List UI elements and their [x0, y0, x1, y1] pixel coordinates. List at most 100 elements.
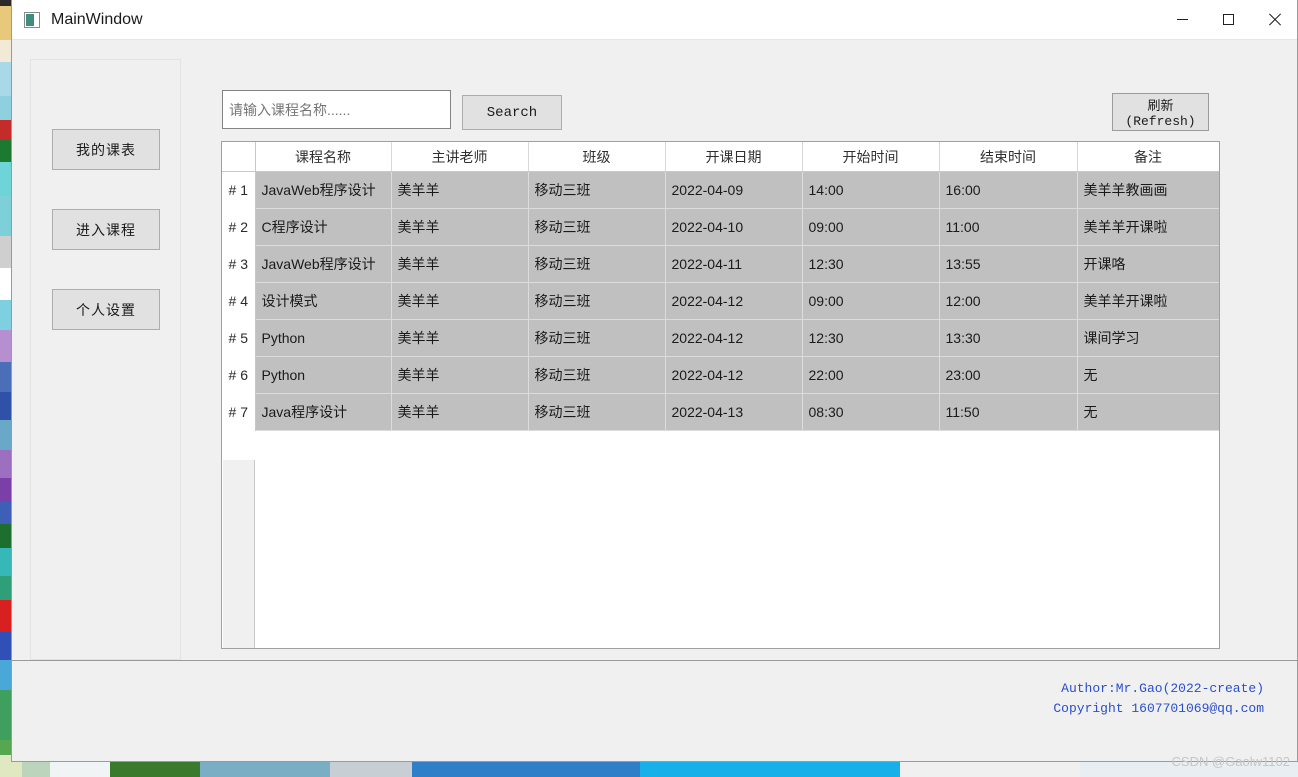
- table-cell-4[interactable]: 12:30: [802, 319, 940, 357]
- course-table: 课程名称 主讲老师 班级 开课日期 开始时间 结束时间 备注 # 1 JavaWe…: [222, 142, 1219, 431]
- course-table-container[interactable]: 课程名称 主讲老师 班级 开课日期 开始时间 结束时间 备注 # 1 JavaWe…: [221, 141, 1220, 649]
- table-cell-1[interactable]: 美羊羊: [391, 245, 529, 283]
- table-cell-5[interactable]: 16:00: [939, 171, 1078, 209]
- title-bar: MainWindow: [12, 0, 1297, 40]
- table-header-start-date[interactable]: 开课日期: [665, 142, 803, 172]
- table-cell-1[interactable]: 美羊羊: [391, 282, 529, 320]
- table-cell-2[interactable]: 移动三班: [528, 282, 666, 320]
- table-cell-6[interactable]: 美羊羊开课啦: [1077, 282, 1219, 320]
- table-cell-3[interactable]: 2022-04-12: [665, 319, 803, 357]
- table-cell-5[interactable]: 23:00: [939, 356, 1078, 394]
- sidebar-item-personal-settings[interactable]: 个人设置: [52, 289, 160, 330]
- table-cell-5[interactable]: 11:50: [939, 393, 1078, 431]
- table-header-index: [222, 142, 256, 172]
- close-button[interactable]: [1251, 0, 1297, 39]
- table-header-class[interactable]: 班级: [528, 142, 666, 172]
- table-cell-2[interactable]: 移动三班: [528, 319, 666, 357]
- table-body: # 1 JavaWeb程序设计 美羊羊 移动三班 2022-04-09 14:00 16:0…: [222, 171, 1219, 431]
- table-row[interactable]: # 5 Python 美羊羊 移动三班 2022-04-12 12:30 13:30 课间学习: [222, 319, 1219, 357]
- content-area: 我的课表 进入课程 个人设置 Search 刷新(Refresh): [12, 40, 1297, 661]
- table-cell-5[interactable]: 11:00: [939, 208, 1078, 246]
- table-cell-3[interactable]: 2022-04-09: [665, 171, 803, 209]
- table-cell-6[interactable]: 美羊羊教画画: [1077, 171, 1219, 209]
- table-row-index: # 6: [222, 356, 256, 394]
- table-cell-3[interactable]: 2022-04-13: [665, 393, 803, 431]
- table-header-start-time[interactable]: 开始时间: [802, 142, 940, 172]
- table-cell-1[interactable]: 美羊羊: [391, 393, 529, 431]
- table-cell-3[interactable]: 2022-04-11: [665, 245, 803, 283]
- sidebar-item-enter-course[interactable]: 进入课程: [52, 209, 160, 250]
- table-cell-0[interactable]: C程序设计: [255, 208, 392, 246]
- table-cell-1[interactable]: 美羊羊: [391, 319, 529, 357]
- table-cell-0[interactable]: Java程序设计: [255, 393, 392, 431]
- window-controls: [1159, 0, 1297, 39]
- search-input[interactable]: [222, 90, 451, 129]
- search-button[interactable]: Search: [462, 95, 562, 130]
- table-cell-4[interactable]: 09:00: [802, 208, 940, 246]
- refresh-button[interactable]: 刷新(Refresh): [1112, 93, 1209, 131]
- table-cell-1[interactable]: 美羊羊: [391, 356, 529, 394]
- table-cell-2[interactable]: 移动三班: [528, 356, 666, 394]
- window-title: MainWindow: [51, 10, 143, 28]
- sidebar-panel: 我的课表 进入课程 个人设置: [30, 59, 181, 660]
- table-cell-2[interactable]: 移动三班: [528, 245, 666, 283]
- table-cell-0[interactable]: JavaWeb程序设计: [255, 171, 392, 209]
- app-icon: [24, 11, 40, 28]
- main-window: MainWindow 我的课表 进入课程 个人设置 Search 刷新(Refr…: [11, 0, 1298, 762]
- table-row[interactable]: # 3 JavaWeb程序设计 美羊羊 移动三班 2022-04-11 12:30 13:5…: [222, 245, 1219, 283]
- table-cell-6[interactable]: 课间学习: [1077, 319, 1219, 357]
- table-row-index: # 4: [222, 282, 256, 320]
- table-cell-6[interactable]: 无: [1077, 356, 1219, 394]
- maximize-icon: [1222, 14, 1234, 25]
- sidebar-item-my-schedule[interactable]: 我的课表: [52, 129, 160, 170]
- footer-area: Author:Mr.Gao(2022-create) Copyright 160…: [12, 661, 1297, 761]
- table-header-course-name[interactable]: 课程名称: [255, 142, 392, 172]
- table-cell-4[interactable]: 08:30: [802, 393, 940, 431]
- table-cell-4[interactable]: 12:30: [802, 245, 940, 283]
- table-row-index: # 1: [222, 171, 256, 209]
- table-row-index: # 2: [222, 208, 256, 246]
- table-cell-3[interactable]: 2022-04-10: [665, 208, 803, 246]
- credit-author: Author:Mr.Gao(2022-create): [1061, 681, 1264, 696]
- table-cell-0[interactable]: Python: [255, 356, 392, 394]
- minimize-icon: [1176, 19, 1188, 20]
- table-cell-2[interactable]: 移动三班: [528, 208, 666, 246]
- table-cell-6[interactable]: 无: [1077, 393, 1219, 431]
- table-cell-5[interactable]: 13:55: [939, 245, 1078, 283]
- table-header: 课程名称 主讲老师 班级 开课日期 开始时间 结束时间 备注: [222, 142, 1219, 172]
- table-row-index: # 5: [222, 319, 256, 357]
- table-cell-2[interactable]: 移动三班: [528, 393, 666, 431]
- minimize-button[interactable]: [1159, 0, 1205, 39]
- table-cell-0[interactable]: 设计模式: [255, 282, 392, 320]
- table-cell-2[interactable]: 移动三班: [528, 171, 666, 209]
- table-row[interactable]: # 2 C程序设计 美羊羊 移动三班 2022-04-10 09:00 11:00 美羊羊开课…: [222, 208, 1219, 246]
- table-row[interactable]: # 4 设计模式 美羊羊 移动三班 2022-04-12 09:00 12:00 美羊羊开课啦: [222, 282, 1219, 320]
- table-row-index: # 3: [222, 245, 256, 283]
- credit-copyright: Copyright 1607701069@qq.com: [1053, 701, 1264, 716]
- table-cell-3[interactable]: 2022-04-12: [665, 356, 803, 394]
- table-header-remark[interactable]: 备注: [1077, 142, 1219, 172]
- table-cell-6[interactable]: 开课咯: [1077, 245, 1219, 283]
- table-cell-4[interactable]: 14:00: [802, 171, 940, 209]
- table-cell-1[interactable]: 美羊羊: [391, 171, 529, 209]
- table-row[interactable]: # 6 Python 美羊羊 移动三班 2022-04-12 22:00 23:00 无: [222, 356, 1219, 394]
- table-cell-5[interactable]: 13:30: [939, 319, 1078, 357]
- table-row-index: # 7: [222, 393, 256, 431]
- table-gutter-filler: [223, 460, 255, 648]
- maximize-button[interactable]: [1205, 0, 1251, 39]
- watermark-text: CSDN @Gaolw1102: [1171, 754, 1290, 769]
- table-cell-1[interactable]: 美羊羊: [391, 208, 529, 246]
- table-cell-6[interactable]: 美羊羊开课啦: [1077, 208, 1219, 246]
- table-cell-3[interactable]: 2022-04-12: [665, 282, 803, 320]
- table-row[interactable]: # 7 Java程序设计 美羊羊 移动三班 2022-04-13 08:30 11:50 无: [222, 393, 1219, 431]
- table-cell-4[interactable]: 09:00: [802, 282, 940, 320]
- table-cell-5[interactable]: 12:00: [939, 282, 1078, 320]
- table-cell-0[interactable]: Python: [255, 319, 392, 357]
- table-header-row: 课程名称 主讲老师 班级 开课日期 开始时间 结束时间 备注: [222, 142, 1219, 172]
- table-header-teacher[interactable]: 主讲老师: [391, 142, 529, 172]
- table-cell-0[interactable]: JavaWeb程序设计: [255, 245, 392, 283]
- table-cell-4[interactable]: 22:00: [802, 356, 940, 394]
- close-icon: [1268, 13, 1281, 26]
- table-header-end-time[interactable]: 结束时间: [939, 142, 1078, 172]
- table-row[interactable]: # 1 JavaWeb程序设计 美羊羊 移动三班 2022-04-09 14:00 16:0…: [222, 171, 1219, 209]
